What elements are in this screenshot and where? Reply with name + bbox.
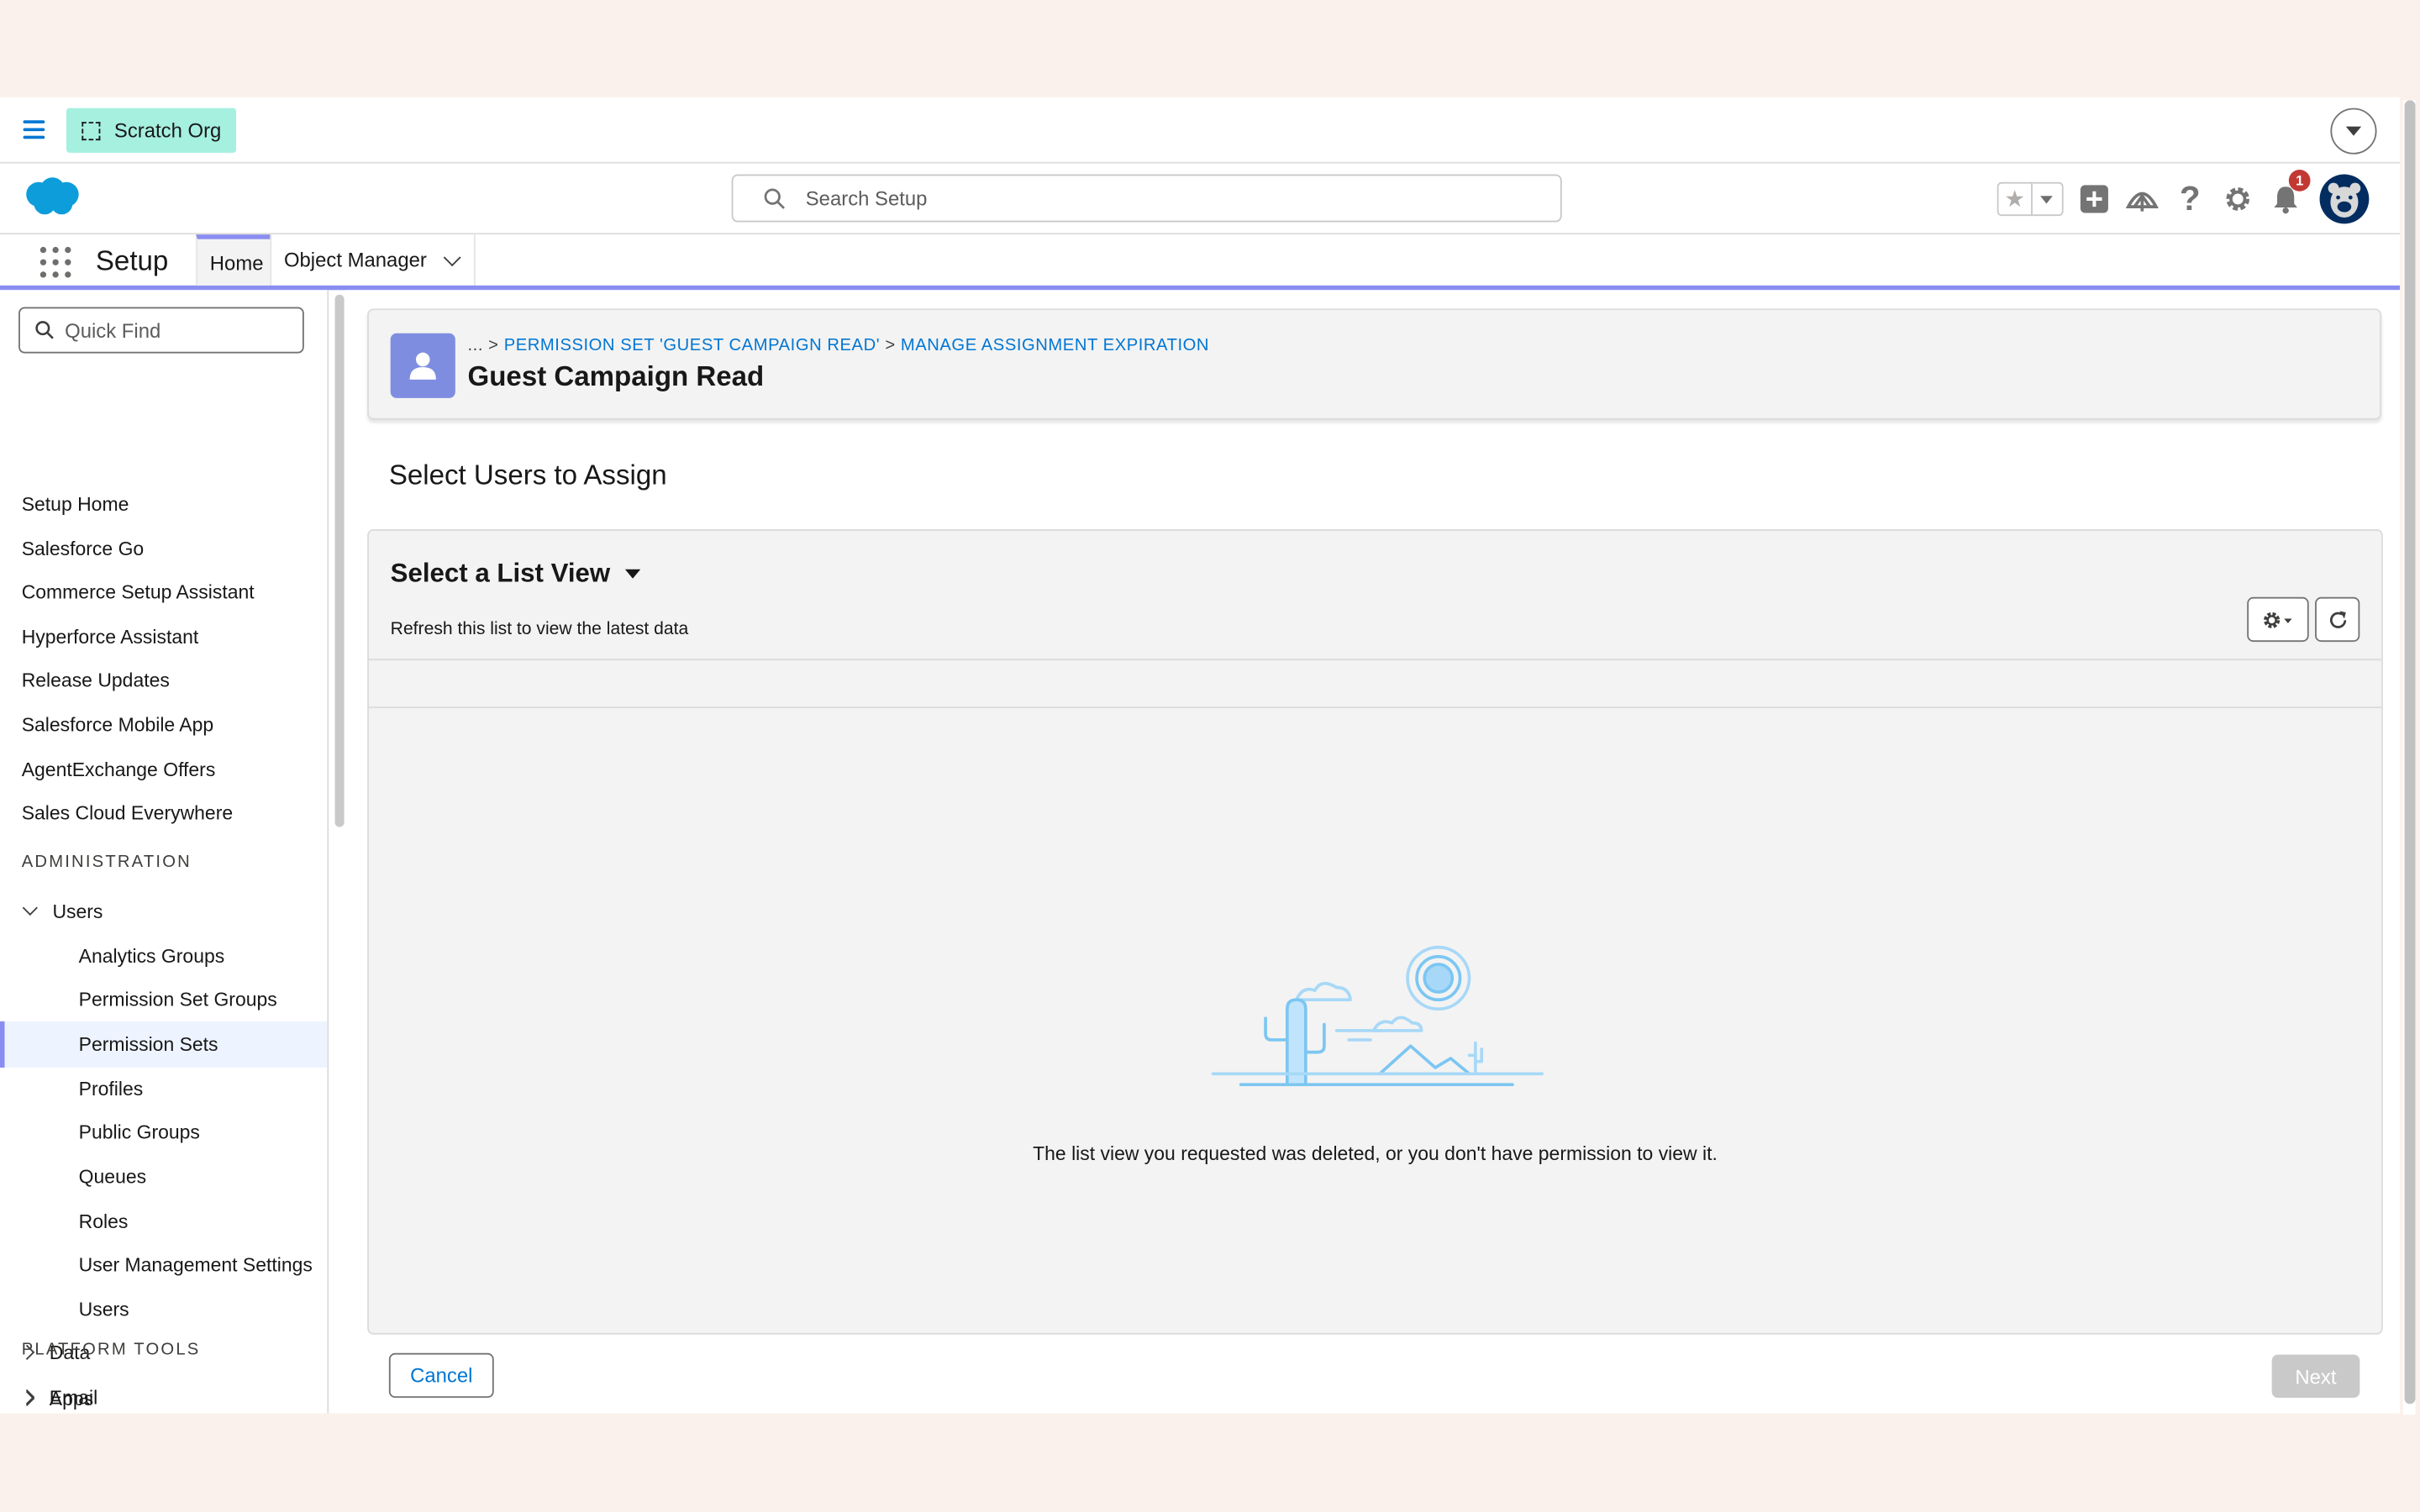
sidebar-item-queues[interactable]: Queues — [79, 1167, 146, 1189]
sidebar-group-apps[interactable]: Apps — [19, 1389, 94, 1410]
trailhead-icon — [2125, 192, 2159, 212]
header-actions: ★ ? 1 — [1996, 170, 2370, 224]
chevron-down-icon[interactable] — [442, 248, 460, 266]
search-input[interactable] — [805, 186, 1516, 210]
window-scrollbar[interactable] — [2402, 100, 2416, 1415]
sidebar-item-users[interactable]: Users — [79, 1299, 129, 1321]
breadcrumb-manage-expiration[interactable]: MANAGE ASSIGNMENT EXPIRATION — [901, 336, 1209, 354]
quick-find-input[interactable] — [65, 318, 297, 342]
sidebar-item-permission-sets[interactable]: Permission Sets — [79, 1034, 218, 1056]
help-button[interactable]: ? — [2173, 179, 2207, 218]
breadcrumb-separator: > — [885, 336, 896, 355]
search-icon — [764, 187, 786, 209]
refresh-icon — [2329, 610, 2346, 627]
sidebar-item-sales-cloud-everywhere[interactable]: Sales Cloud Everywhere — [22, 802, 233, 824]
sidebar-section-administration: ADMINISTRATION — [21, 853, 192, 872]
sidebar-item-public-groups[interactable]: Public Groups — [79, 1121, 200, 1143]
notification-badge: 1 — [2288, 170, 2311, 192]
group-label: Users — [52, 900, 103, 923]
favorite-star-icon[interactable]: ★ — [1999, 184, 2031, 215]
app-window: Scratch Org ★ — [0, 97, 2401, 1414]
breadcrumb-permission-set[interactable]: PERMISSION SET 'GUEST CAMPAIGN READ' — [504, 336, 880, 354]
add-icon — [2080, 185, 2108, 213]
menu-icon[interactable] — [23, 120, 45, 139]
divider — [368, 706, 2382, 709]
page-header: ... > PERMISSION SET 'GUEST CAMPAIGN REA… — [367, 308, 2382, 420]
app-launcher-icon[interactable] — [39, 246, 71, 278]
sidebar-group-users[interactable]: Users — [22, 900, 103, 923]
main-content: ... > PERMISSION SET 'GUEST CAMPAIGN REA… — [345, 290, 2401, 1414]
next-button[interactable]: Next — [2271, 1354, 2360, 1399]
sidebar-item-release-updates[interactable]: Release Updates — [22, 669, 170, 691]
sidebar-scrollbar[interactable] — [334, 294, 345, 827]
list-view-picker[interactable]: Select a List View — [391, 559, 641, 590]
setup-search[interactable] — [731, 174, 1562, 223]
caret-down-icon[interactable] — [625, 569, 641, 579]
section-title: Select Users to Assign — [388, 459, 667, 491]
tab-label: Home — [209, 250, 264, 275]
sidebar-item-user-management-settings[interactable]: User Management Settings — [79, 1254, 313, 1276]
global-header: ★ ? — [0, 163, 2401, 235]
org-menu-button[interactable] — [2330, 108, 2377, 155]
cancel-button[interactable]: Cancel — [388, 1352, 494, 1399]
salesforce-logo[interactable] — [22, 176, 83, 218]
scratch-org-icon — [82, 121, 101, 140]
list-view-settings-button[interactable] — [2247, 596, 2309, 643]
org-name: Scratch Org — [113, 118, 222, 142]
sidebar-item-roles[interactable]: Roles — [79, 1211, 129, 1233]
sidebar-item-permission-set-groups[interactable]: Permission Set Groups — [79, 989, 277, 1011]
breadcrumb: ... > PERMISSION SET 'GUEST CAMPAIGN REA… — [468, 336, 1210, 354]
breadcrumb-ellipsis[interactable]: ... > — [468, 336, 499, 354]
caret-down-icon — [2345, 126, 2362, 136]
user-avatar[interactable] — [2319, 174, 2370, 224]
user-icon — [409, 352, 436, 380]
sidebar-item-commerce-setup-assistant[interactable]: Commerce Setup Assistant — [22, 581, 255, 603]
tab-object-manager[interactable]: Object Manager — [270, 234, 476, 286]
search-icon — [35, 321, 54, 339]
notifications-button[interactable]: 1 — [2269, 170, 2311, 216]
list-view-card: Select a List View Refresh this list to … — [367, 528, 2383, 1335]
empty-state-message: The list view you requested was deleted,… — [1033, 1142, 1718, 1165]
setup-sidebar: Setup Home Salesforce Go Commerce Setup … — [0, 290, 329, 1414]
tab-home[interactable]: Home — [196, 234, 271, 286]
quick-find[interactable] — [18, 307, 304, 354]
help-icon: ? — [2179, 179, 2201, 218]
favorites-group: ★ — [1996, 181, 2064, 217]
sidebar-item-hyperforce-assistant[interactable]: Hyperforce Assistant — [22, 627, 199, 648]
list-view-subtitle: Refresh this list to view the latest dat… — [390, 620, 689, 639]
permission-set-icon — [390, 333, 455, 398]
sidebar-item-salesforce-go[interactable]: Salesforce Go — [22, 538, 145, 560]
page-title: Guest Campaign Read — [467, 360, 765, 392]
desert-illustration — [1211, 945, 1544, 1087]
sidebar-item-setup-home[interactable]: Setup Home — [22, 494, 129, 516]
setup-gear-button[interactable] — [2221, 182, 2254, 216]
sidebar-section-platform-tools: PLATFORM TOOLS — [21, 1341, 201, 1360]
chevron-right-icon[interactable] — [19, 1390, 35, 1407]
divider — [368, 659, 2382, 661]
tab-label: Object Manager — [283, 248, 427, 272]
bear-avatar-icon — [2328, 182, 2361, 218]
sidebar-item-analytics-groups[interactable]: Analytics Groups — [79, 946, 225, 968]
sidebar-item-agentexchange-offers[interactable]: AgentExchange Offers — [22, 759, 216, 781]
global-create-button[interactable] — [2077, 182, 2111, 216]
org-bar: Scratch Org — [0, 97, 2401, 164]
sidebar-item-salesforce-mobile-app[interactable]: Salesforce Mobile App — [22, 714, 213, 736]
wizard-footer: Cancel Next — [367, 1336, 2383, 1414]
org-badge[interactable]: Scratch Org — [66, 108, 237, 153]
chevron-down-icon[interactable] — [22, 900, 38, 916]
app-nav-bar: Setup Home Object Manager — [0, 234, 2401, 291]
favorites-dropdown[interactable] — [2031, 183, 2062, 215]
gear-icon — [2226, 187, 2249, 211]
app-title: Setup — [95, 245, 169, 276]
refresh-button[interactable] — [2315, 596, 2360, 643]
gear-icon — [2264, 611, 2292, 627]
caret-down-icon — [2040, 195, 2054, 203]
list-view-title: Select a List View — [390, 558, 611, 588]
group-label: Apps — [49, 1389, 94, 1410]
sidebar-item-profiles[interactable]: Profiles — [79, 1079, 144, 1100]
trailhead-button[interactable] — [2125, 182, 2159, 216]
